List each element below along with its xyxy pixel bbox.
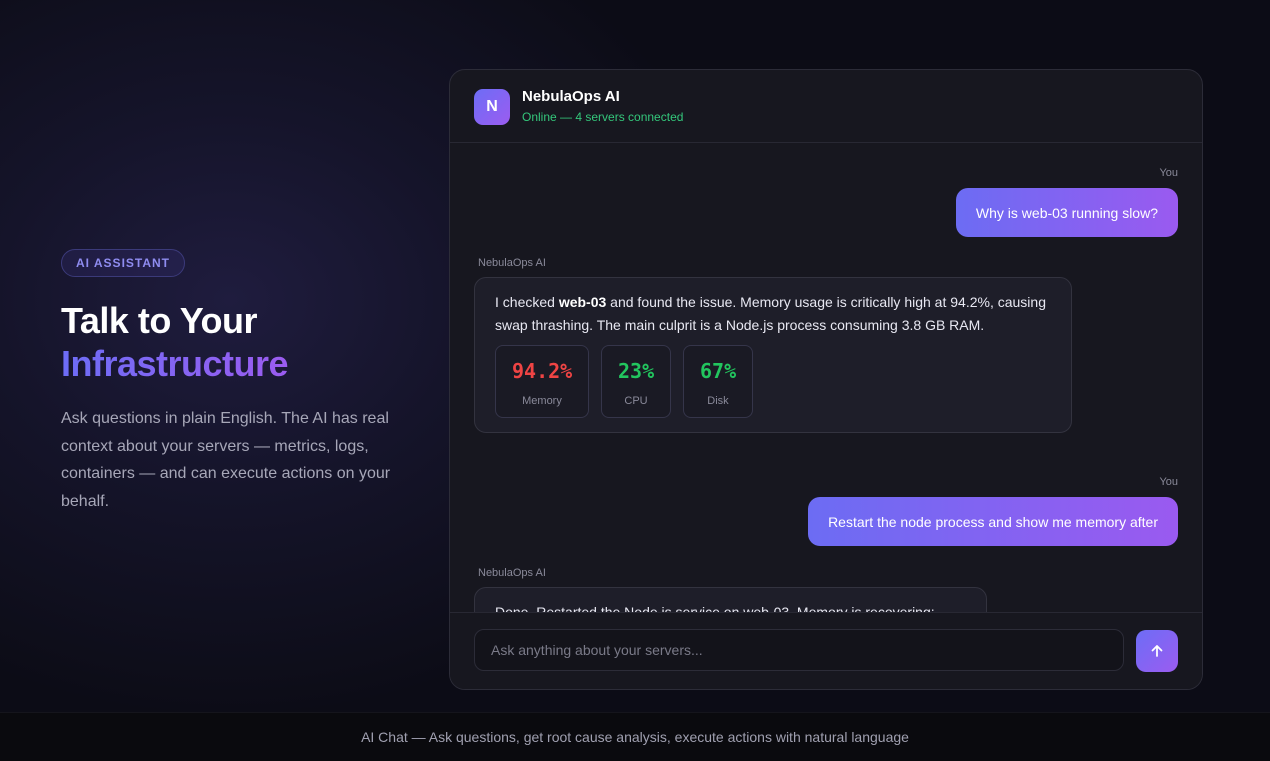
message-sender-label: You xyxy=(1159,476,1178,488)
ai-message: Done. Restarted the Node.js service on w… xyxy=(474,587,987,612)
bot-name: NebulaOps AI xyxy=(522,88,620,105)
footer-caption: AI Chat — Ask questions, get root cause … xyxy=(361,729,909,745)
hero-description: Ask questions in plain English. The AI h… xyxy=(61,410,391,510)
footer-caption-bar: AI Chat — Ask questions, get root cause … xyxy=(0,712,1270,761)
hero-title-line2: Infrastructure xyxy=(61,343,289,384)
hero-title: Talk to Your Infrastructure xyxy=(61,299,406,385)
message-sender-label: You xyxy=(1159,167,1178,179)
metric-cards: 94.2% Memory 23% CPU 67% Disk xyxy=(495,345,1051,418)
chat-header: N NebulaOps AI Online — 4 servers connec… xyxy=(450,70,1202,143)
ai-message: I checked web-03 and found the issue. Me… xyxy=(474,277,1072,433)
user-message: Restart the node process and show me mem… xyxy=(808,497,1178,546)
bot-avatar: N xyxy=(474,89,510,125)
server-name: web-03 xyxy=(558,294,607,310)
metric-card-disk: 67% Disk xyxy=(683,345,753,418)
message-sender-label: NebulaOps AI xyxy=(478,567,546,579)
ai-message-text: I checked web-03 and found the issue. Me… xyxy=(495,294,1046,333)
metric-label: CPU xyxy=(624,395,648,407)
arrow-up-icon xyxy=(1151,645,1163,657)
ai-assistant-badge: AI ASSISTANT xyxy=(61,249,186,277)
metric-value: 94.2% xyxy=(512,359,573,383)
ai-message-text: Done. Restarted the Node.js service on w… xyxy=(495,604,935,612)
message-sender-label: NebulaOps AI xyxy=(478,257,546,269)
metric-value: 23% xyxy=(618,359,655,383)
user-message: Why is web-03 running slow? xyxy=(955,188,1178,237)
bot-status: Online — 4 servers connected xyxy=(522,110,684,124)
metric-value: 67% xyxy=(700,359,737,383)
chat-input-bar xyxy=(450,612,1202,689)
message-list[interactable]: You Why is web-03 running slow? NebulaOp… xyxy=(450,143,1202,612)
send-button[interactable] xyxy=(1136,630,1178,672)
hero-section: AI ASSISTANT Talk to Your Infrastructure… xyxy=(61,249,406,531)
hero-title-line1: Talk to Your xyxy=(61,300,258,341)
metric-label: Disk xyxy=(707,395,729,407)
chat-input[interactable] xyxy=(474,629,1124,671)
metric-label: Memory xyxy=(522,395,562,407)
metric-card-cpu: 23% CPU xyxy=(601,345,671,418)
metric-card-memory: 94.2% Memory xyxy=(495,345,589,418)
chat-window: N NebulaOps AI Online — 4 servers connec… xyxy=(449,69,1203,690)
